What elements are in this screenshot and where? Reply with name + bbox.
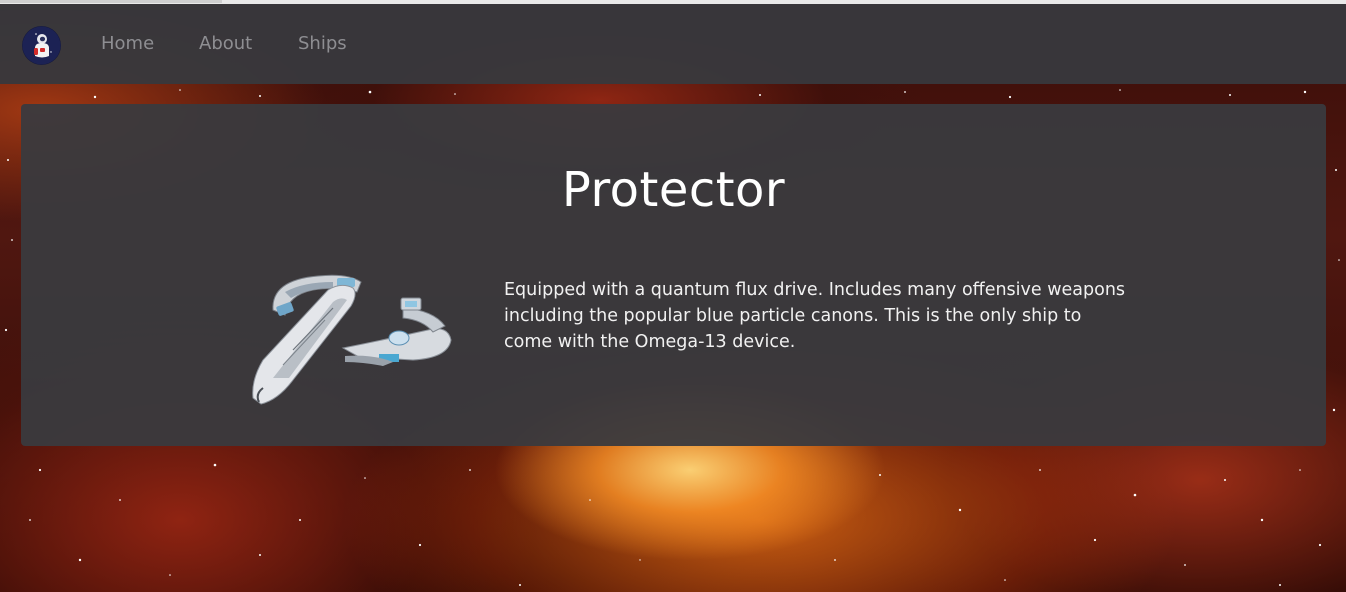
spaceship-image bbox=[252, 274, 452, 405]
nav-link-ships[interactable]: Ships bbox=[298, 33, 347, 54]
ship-title: Protector bbox=[561, 162, 786, 218]
ship-description: Equipped with a quantum flux drive. Incl… bbox=[504, 280, 1126, 352]
navbar: Home About Ships bbox=[0, 4, 1346, 84]
nav-link-home[interactable]: Home bbox=[101, 33, 154, 54]
page: Home About Ships Protector Equipped with… bbox=[0, 0, 1346, 592]
ship-card: Protector Equipped with a quantum flux d… bbox=[21, 104, 1326, 446]
astronaut-logo-icon[interactable] bbox=[22, 26, 61, 65]
nav-link-about[interactable]: About bbox=[199, 33, 252, 54]
